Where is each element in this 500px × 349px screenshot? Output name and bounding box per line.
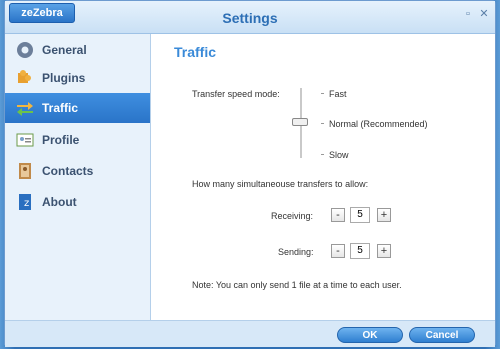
settings-window: zeZebra Settings ▫ ✕ General Plugins Tra…	[4, 0, 496, 347]
ok-button[interactable]: OK	[337, 327, 403, 343]
speed-option-fast[interactable]: Fast	[329, 89, 347, 99]
gear-icon	[14, 39, 36, 61]
sidebar-item-label: Profile	[42, 133, 80, 147]
speed-mode-label: Transfer speed mode:	[192, 89, 280, 99]
sidebar-item-label: About	[42, 195, 77, 209]
receiving-increment-button[interactable]: +	[377, 208, 391, 222]
sidebar-item-label: Plugins	[42, 71, 86, 85]
sidebar-item-plugins[interactable]: Plugins	[5, 63, 150, 93]
sidebar-item-profile[interactable]: Profile	[5, 125, 150, 155]
sidebar-item-label: Traffic	[42, 101, 79, 115]
traffic-panel: Traffic Transfer speed mode: Fast Normal…	[151, 34, 495, 320]
speed-option-normal[interactable]: Normal (Recommended)	[329, 119, 428, 129]
sidebar: General Plugins Traffic Profile Contacts	[5, 34, 151, 320]
footer-bar: OK Cancel	[5, 320, 495, 347]
title-bar[interactable]: zeZebra Settings ▫ ✕	[5, 1, 495, 34]
puzzle-icon	[14, 67, 36, 89]
sidebar-item-label: Contacts	[42, 164, 94, 178]
sidebar-item-label: General	[42, 43, 87, 57]
sending-increment-button[interactable]: +	[377, 244, 391, 258]
cancel-button[interactable]: Cancel	[409, 327, 475, 343]
slider-tick	[321, 123, 324, 124]
maximize-icon[interactable]: ▫	[463, 9, 473, 20]
sidebar-item-contacts[interactable]: Contacts	[5, 156, 150, 186]
receiving-value-field[interactable]: 5	[350, 207, 370, 223]
slider-tick	[321, 154, 324, 155]
sidebar-item-traffic[interactable]: Traffic	[5, 93, 150, 123]
receiving-label: Receiving:	[271, 211, 314, 221]
page-title: Traffic	[174, 44, 217, 60]
speed-option-slow[interactable]: Slow	[329, 150, 349, 160]
window-title: Settings	[222, 10, 278, 26]
id-card-icon	[14, 129, 36, 151]
transfer-arrows-icon	[14, 97, 36, 119]
receiving-decrement-button[interactable]: -	[331, 208, 345, 222]
speed-slider-thumb[interactable]	[292, 118, 308, 126]
sidebar-item-general[interactable]: General	[5, 35, 150, 65]
sending-value-field[interactable]: 5	[350, 243, 370, 259]
sending-decrement-button[interactable]: -	[331, 244, 345, 258]
address-book-icon	[14, 160, 36, 182]
sending-label: Sending:	[278, 247, 314, 257]
slider-tick	[321, 93, 324, 94]
note-text: Note: You can only send 1 file at a time…	[192, 280, 402, 290]
info-book-icon: z	[14, 191, 36, 213]
close-icon[interactable]: ✕	[479, 9, 489, 20]
svg-text:z: z	[24, 198, 29, 209]
transfers-label: How many simultaneouse transfers to allo…	[192, 179, 369, 189]
sidebar-item-about[interactable]: z About	[5, 187, 150, 217]
